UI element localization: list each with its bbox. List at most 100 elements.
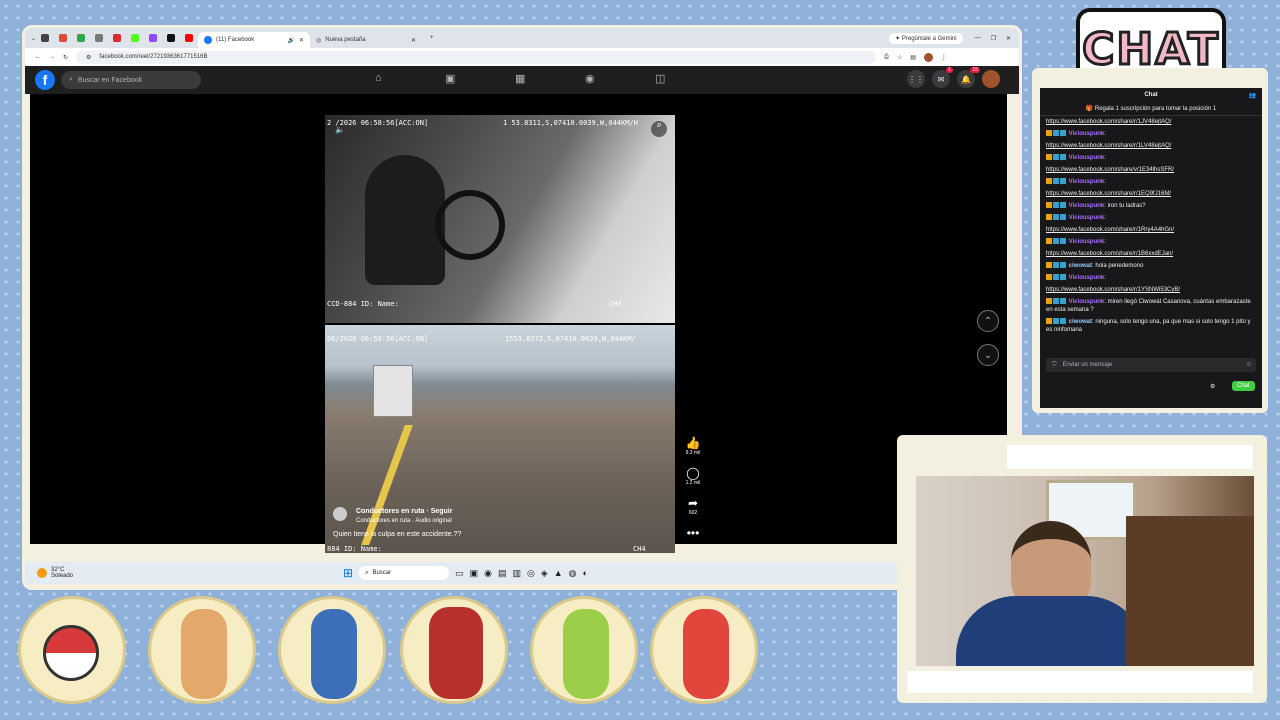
chat-username[interactable]: Viciouspunk (1069, 131, 1105, 137)
reel-actions: 👍 9.3 mil ◯ 1.2 mil ➦ 602 ••• (678, 436, 708, 550)
taskbar-search[interactable]: ⌕ Buscar (359, 566, 450, 580)
gaming-icon[interactable]: ◫ (655, 72, 665, 85)
gmail-tab-icon[interactable] (59, 34, 68, 42)
facebook-search[interactable]: ⌕ Buscar en Facebook (61, 71, 201, 89)
x-tab-icon[interactable] (167, 34, 176, 42)
marketplace-icon[interactable]: ▦ (515, 72, 525, 85)
site-info-icon[interactable]: ⚙ (86, 54, 91, 61)
chat-username[interactable]: ciwowat (1069, 263, 1092, 269)
chat-message-text[interactable]: https://www.facebook.com/share/r/1YSNWi5… (1046, 287, 1180, 293)
dashcam-cabin-view[interactable]: 2 /2026 06:58:56[ACC:ON] 1 53.8311,S,074… (325, 115, 675, 323)
extensions-icon[interactable]: ▤ (910, 54, 916, 61)
youtube-tab-icon[interactable] (185, 34, 194, 42)
chat-message-text[interactable]: https://www.facebook.com/share/r/1B6xxdE… (1046, 251, 1173, 257)
channel-avatar[interactable] (333, 507, 347, 521)
chat-username[interactable]: Viciouspunk (1069, 155, 1105, 161)
windows-start-icon[interactable]: ⊞ (343, 566, 353, 580)
chat-username[interactable]: Viciouspunk (1069, 203, 1105, 209)
chat-message-text[interactable]: https://www.facebook.com/share/r/1LV48ej… (1046, 143, 1171, 149)
close-tab-icon[interactable]: ✕ (299, 37, 304, 44)
chat-username[interactable]: Viciouspunk (1069, 179, 1105, 185)
chat-message-text[interactable]: https://www.facebook.com/share/r/1Rry4A4… (1046, 227, 1174, 233)
follow-button[interactable]: Seguir (431, 508, 453, 515)
chat-username[interactable]: Viciouspunk (1069, 275, 1105, 281)
like-button[interactable]: 👍 9.3 mil (678, 436, 708, 456)
more-options-button[interactable]: ••• (678, 526, 708, 540)
chat-message: Viciouspunk: (1040, 176, 1262, 188)
menu-grid-icon[interactable]: ⋮⋮ (907, 70, 925, 88)
settings-gear-icon[interactable]: ⚙ (1210, 383, 1215, 390)
osd-channel: CH3 (609, 300, 622, 308)
tab-new[interactable]: ◎ Nueva pestaña ✕ (310, 32, 422, 48)
tab-list-icon[interactable]: ⌄ (31, 35, 36, 42)
url-field[interactable]: ⚙ facebook.com/reel/2721936361771516B (76, 50, 877, 64)
chat-message: https://www.facebook.com/share/r/1JV48ej… (1040, 116, 1262, 128)
search-icon[interactable]: ⌕ (651, 121, 667, 137)
gift-icon: 🎁 (1085, 106, 1094, 112)
notifications-icon[interactable]: 🔔 15 (957, 67, 980, 88)
dashcam-road-view[interactable]: 06/2026 06:58:56[ACC:ON] 1553.8372,S,074… (325, 325, 675, 553)
chat-username[interactable]: ciwowat (1069, 319, 1092, 325)
pinned-tab-icon[interactable] (41, 34, 50, 42)
menu-icon[interactable]: ⋮ (941, 54, 947, 61)
video-icon[interactable]: ▣ (445, 72, 455, 85)
share-button[interactable]: ➦ 602 (678, 496, 708, 516)
chat-message: Viciouspunk: (1040, 152, 1262, 164)
gemini-button[interactable]: ✦ Pregúntale a Gemini (889, 32, 963, 44)
chat-message-text[interactable]: https://www.facebook.com/share/r/1JV48ej… (1046, 119, 1171, 125)
next-reel-button[interactable]: ⌄ (977, 344, 999, 366)
groups-icon[interactable]: ◉ (585, 72, 595, 85)
weather-widget[interactable]: 32°C Soleado (51, 567, 73, 579)
comment-button[interactable]: ◯ 1.2 mil (678, 466, 708, 486)
chat-message: Viciouspunk: (1040, 236, 1262, 248)
profile-avatar[interactable] (923, 52, 933, 62)
twitch-tab-icon[interactable] (149, 34, 158, 42)
channel-name[interactable]: Conductores en ruta · Seguir (356, 508, 452, 515)
chat-message: Viciouspunk: miren llegó Ciwowat Casanov… (1046, 298, 1251, 313)
chat-input[interactable]: ⛉ Enviar un mensaje ☺ (1046, 358, 1256, 372)
minimize-icon[interactable]: — (975, 35, 981, 41)
pinned-tab-icon[interactable] (95, 34, 104, 42)
kick-tab-icon[interactable] (131, 34, 140, 42)
chat-message: https://www.facebook.com/share/r/1YSNWi5… (1040, 284, 1262, 296)
emote-icon[interactable]: ☺ (1246, 362, 1252, 368)
mute-icon[interactable]: 🔈 (335, 125, 345, 134)
home-icon[interactable]: ⌂ (375, 72, 382, 84)
sub-badge-icon (1046, 214, 1052, 221)
search-icon: ⌕ (365, 569, 369, 576)
pinned-text: Regala 1 suscripción para tomar la posic… (1094, 106, 1217, 112)
previous-reel-button[interactable]: ⌃ (977, 310, 999, 332)
users-icon[interactable]: 👥 (1249, 92, 1256, 99)
weather-icon[interactable] (37, 568, 47, 578)
close-window-icon[interactable]: ✕ (1006, 35, 1011, 42)
reel-caption: Quien tiene la culpa en este accidente.?… (333, 531, 462, 538)
maximize-icon[interactable]: ❐ (991, 35, 996, 42)
pinned-tab-icon[interactable] (113, 34, 122, 42)
new-tab-icon[interactable]: + (430, 35, 434, 41)
bookmark-star-icon[interactable]: ☆ (897, 54, 902, 61)
close-tab-icon[interactable]: ✕ (411, 37, 416, 44)
osd-gps: 1 53.8311,S,07410.0039,W,044KM/H (503, 119, 638, 127)
back-icon[interactable]: ← (35, 54, 41, 60)
chat-input-placeholder: Enviar un mensaje (1062, 362, 1113, 368)
audio-label[interactable]: Conductores en ruta · Audio original (356, 518, 452, 524)
pinned-message[interactable]: 🎁 Regala 1 suscripción para tomar la pos… (1040, 102, 1262, 116)
messenger-icon[interactable]: ✉ 1 (932, 67, 953, 88)
chat-message-text[interactable]: https://www.facebook.com/share/v/1E34lhs… (1046, 167, 1174, 173)
pinned-tab-icon[interactable] (77, 34, 86, 42)
taskbar-apps[interactable]: ▭▣◉▤▥◎◈▲◍◐ (455, 568, 594, 579)
chat-send-button[interactable]: Chat (1232, 381, 1255, 391)
chat-username[interactable]: Viciouspunk (1069, 239, 1105, 245)
facebook-logo[interactable]: f (35, 70, 55, 90)
reload-icon[interactable]: ↻ (63, 54, 68, 61)
chat-message-text[interactable]: https://www.facebook.com/share/r/1EQ9fJ1… (1046, 191, 1171, 197)
forward-icon[interactable]: → (49, 54, 55, 60)
audio-icon[interactable]: 🔊 (288, 37, 295, 44)
profile-avatar[interactable] (982, 70, 1000, 88)
tab-facebook[interactable]: (11) Facebook 🔊 ✕ (198, 32, 311, 48)
chat-username[interactable]: Viciouspunk (1069, 215, 1105, 221)
chat-username[interactable]: Viciouspunk (1069, 299, 1105, 305)
lopunny-badge (148, 596, 256, 704)
share-count: 602 (688, 510, 698, 516)
install-icon[interactable]: ⎙ (884, 54, 889, 61)
